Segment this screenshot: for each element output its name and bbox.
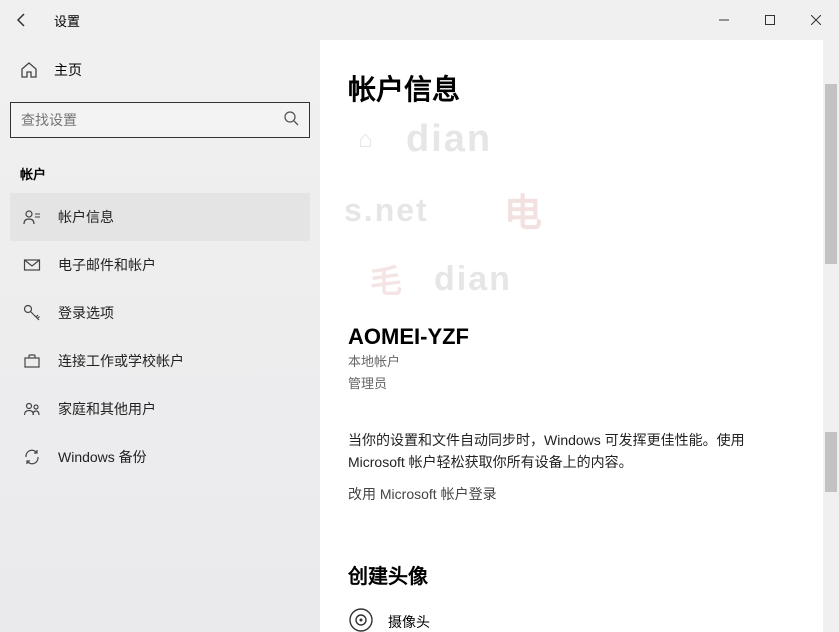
sync-blurb: 当你的设置和文件自动同步时，Windows 可发挥更佳性能。使用 Microso…: [348, 429, 778, 474]
sidebar-item-family-users[interactable]: 家庭和其他用户: [10, 385, 310, 433]
person-card-icon: [20, 208, 44, 226]
window-title: 设置: [54, 11, 80, 30]
sidebar-item-label: Windows 备份: [58, 447, 147, 467]
title-bar: 设置: [0, 0, 839, 40]
sidebar-item-email-accounts[interactable]: 电子邮件和帐户: [10, 241, 310, 289]
sidebar-item-account-info[interactable]: 帐户信息: [10, 193, 310, 241]
create-avatar-heading: 创建头像: [348, 560, 811, 589]
watermark-text: 电: [504, 182, 544, 237]
watermark-text: dian: [406, 118, 492, 161]
avatar-placeholder: ⌂ dian s.net 电 毛 dian: [348, 126, 628, 306]
sidebar-item-label: 家庭和其他用户: [58, 399, 156, 419]
minimize-button[interactable]: [701, 0, 747, 40]
main: 主页 帐户 帐户信息 电子邮件和帐户 登录选项 连接工作或学校帐户: [0, 40, 839, 632]
back-button[interactable]: [0, 0, 44, 40]
home-nav[interactable]: 主页: [10, 52, 310, 88]
briefcase-icon: [20, 352, 44, 370]
content-panel: 帐户信息 ⌂ dian s.net 电 毛 dian AOMEI-YZF 本地帐…: [320, 40, 839, 632]
sidebar-item-work-school[interactable]: 连接工作或学校帐户: [10, 337, 310, 385]
people-icon: [20, 400, 44, 418]
content-scroll[interactable]: 帐户信息 ⌂ dian s.net 电 毛 dian AOMEI-YZF 本地帐…: [320, 68, 839, 632]
scrollbar[interactable]: [823, 40, 839, 632]
arrow-left-icon: [14, 12, 30, 28]
scrollbar-thumb[interactable]: [825, 432, 837, 492]
ms-account-link[interactable]: 改用 Microsoft 帐户登录: [348, 484, 811, 504]
sidebar-item-label: 电子邮件和帐户: [58, 255, 156, 275]
sidebar-item-signin-options[interactable]: 登录选项: [10, 289, 310, 337]
sidebar-item-label: 连接工作或学校帐户: [58, 351, 184, 371]
search-input[interactable]: [21, 112, 283, 128]
account-name: AOMEI-YZF: [348, 324, 811, 350]
camera-label: 摄像头: [388, 612, 430, 632]
close-icon: [811, 15, 821, 25]
watermark-text: s.net: [344, 192, 429, 229]
watermark-text: dian: [434, 260, 512, 299]
home-label: 主页: [54, 60, 82, 80]
sidebar: 主页 帐户 帐户信息 电子邮件和帐户 登录选项 连接工作或学校帐户: [0, 40, 320, 632]
window-controls: [701, 0, 839, 40]
sidebar-item-label: 登录选项: [58, 303, 114, 323]
close-button[interactable]: [793, 0, 839, 40]
page-heading: 帐户信息: [348, 68, 811, 108]
watermark-icon: ⌂: [358, 126, 375, 154]
minimize-icon: [719, 15, 729, 25]
sync-icon: [20, 448, 44, 466]
mail-icon: [20, 256, 44, 274]
sidebar-section-title: 帐户: [10, 160, 310, 187]
home-icon: [20, 61, 44, 79]
maximize-icon: [765, 15, 775, 25]
search-box[interactable]: [10, 102, 310, 138]
maximize-button[interactable]: [747, 0, 793, 40]
sidebar-item-label: 帐户信息: [58, 207, 114, 227]
sidebar-item-windows-backup[interactable]: Windows 备份: [10, 433, 310, 481]
key-icon: [20, 304, 44, 322]
search-icon: [283, 110, 299, 131]
account-role: 管理员: [348, 374, 811, 394]
camera-option[interactable]: 摄像头: [348, 603, 811, 632]
title-left: 设置: [0, 0, 80, 40]
account-type: 本地帐户: [348, 352, 811, 372]
camera-icon: [348, 607, 374, 632]
watermark-text: 毛: [370, 256, 404, 302]
scrollbar-thumb[interactable]: [825, 84, 837, 264]
